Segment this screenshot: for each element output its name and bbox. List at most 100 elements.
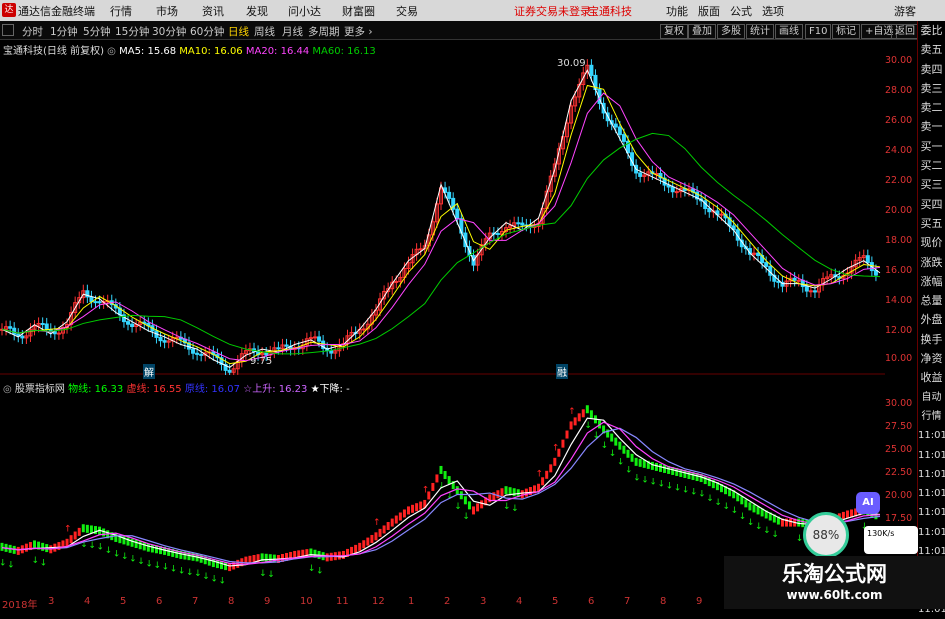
indicator-bar (654, 462, 658, 471)
quote-field[interactable]: 卖三 (918, 79, 945, 98)
indicator-bar (358, 542, 362, 551)
quote-field[interactable]: 买五 (918, 214, 945, 233)
menu-formula[interactable]: 公式 (730, 3, 752, 19)
menu-item-trade[interactable]: 交易 (396, 3, 418, 19)
indicator-bar (500, 488, 504, 497)
quote-field[interactable]: 外盘 (918, 310, 945, 329)
quote-field[interactable]: 11:01 (918, 503, 945, 522)
tick-label: 18.00 (885, 235, 913, 246)
tf-more[interactable]: 更多 › (344, 24, 373, 39)
quote-field[interactable]: 涨幅 (918, 272, 945, 291)
tf-intraday[interactable]: 分时 (22, 24, 43, 39)
tf-multi[interactable]: 多周期 (308, 24, 340, 39)
menu-item-ask[interactable]: 问小达 (288, 3, 321, 19)
tick-label: 20.00 (885, 490, 913, 501)
btn-adjust[interactable]: 复权 (660, 24, 688, 39)
quote-panel: 委比 卖五 卖四 卖三 卖二 卖一 买一 买二 买三 买四 买五 现价 涨跌 涨幅 总量 外盘 换手 净资 收益 自动… (917, 21, 945, 615)
menu-item-news[interactable]: 资讯 (202, 3, 224, 19)
candle-body (361, 328, 366, 331)
indicator-bar (77, 527, 81, 536)
quote-field[interactable]: 总量 (918, 291, 945, 310)
menu-layout[interactable]: 版面 (698, 3, 720, 19)
quote-field[interactable]: 卖四 (918, 60, 945, 79)
menu-item-wealth[interactable]: 财富圈 (342, 3, 375, 19)
down-arrow-icon: ↓ (731, 506, 739, 516)
down-arrow-icon: ↓ (714, 498, 722, 508)
quote-field[interactable]: 11:01 (918, 465, 945, 484)
menu-function[interactable]: 功能 (666, 3, 688, 19)
quote-field[interactable]: 涨跌 (918, 253, 945, 272)
down-arrow-icon: ↓ (682, 486, 690, 496)
quote-field[interactable]: 卖五 (918, 40, 945, 59)
quote-field[interactable]: 卖二 (918, 98, 945, 117)
menu-item-discover[interactable]: 发现 (246, 3, 268, 19)
price-chart[interactable] (0, 55, 885, 375)
quote-field[interactable]: 换手 (918, 330, 945, 349)
indicator-bar (459, 491, 463, 500)
candle-body (93, 301, 98, 304)
price-axis: 30.00 28.00 26.00 24.00 22.00 20.00 18.0… (885, 55, 917, 375)
quote-field[interactable]: 买二 (918, 156, 945, 175)
quote-field[interactable]: 自动 (918, 388, 945, 407)
candle-body (312, 336, 317, 339)
guest-label[interactable]: 游客 (894, 3, 916, 19)
down-arrow-icon: ↓ (32, 556, 40, 566)
btn-stats[interactable]: 统计 (746, 24, 774, 39)
quote-field[interactable]: 行情 (918, 407, 945, 426)
event-marker[interactable]: 融 (556, 364, 568, 379)
quote-field[interactable]: 收益 (918, 368, 945, 387)
quote-field[interactable]: 净资 (918, 349, 945, 368)
indicator-bar (146, 543, 150, 552)
quote-field[interactable]: 11:01 (918, 484, 945, 503)
toggle-icon[interactable] (2, 24, 14, 36)
stock-alert[interactable]: 宝通科技 (588, 3, 632, 19)
indicator-bar (73, 531, 77, 540)
progress-ball[interactable]: 88% (803, 512, 849, 558)
tf-30min[interactable]: 30分钟 (152, 24, 186, 39)
down-arrow-icon: ↓ (658, 480, 666, 490)
ind-magenta-line (1, 421, 881, 566)
ind-white-line (1, 417, 881, 567)
menu-item-markets[interactable]: 市场 (156, 3, 178, 19)
tf-60min[interactable]: 60分钟 (190, 24, 224, 39)
quote-field[interactable]: 11:01 (918, 446, 945, 465)
btn-mark[interactable]: 标记 (832, 24, 860, 39)
quote-field[interactable]: 现价 (918, 233, 945, 252)
indicator-bar (740, 496, 744, 505)
quote-field[interactable]: 11:01 (918, 523, 945, 542)
tf-1min[interactable]: 1分钟 (50, 24, 78, 39)
ai-button[interactable]: AI (856, 492, 880, 514)
login-alert[interactable]: 证券交易未登录 (514, 3, 591, 19)
btn-draw[interactable]: 画线 (775, 24, 803, 39)
quote-field[interactable]: 买四 (918, 195, 945, 214)
menu-item-market[interactable]: 行情 (110, 3, 132, 19)
down-arrow-icon: ↓ (113, 550, 121, 560)
quote-field[interactable]: 委比 (918, 21, 945, 40)
up-arrow-icon: ↑ (568, 407, 576, 417)
event-marker[interactable]: 解 (143, 364, 155, 379)
indicator-bar (427, 491, 431, 500)
tf-5min[interactable]: 5分钟 (83, 24, 111, 39)
indicator-bar (130, 538, 134, 547)
btn-multi-stock[interactable]: 多股 (717, 24, 745, 39)
indicator-bar (541, 477, 545, 486)
menu-options[interactable]: 选项 (762, 3, 784, 19)
tf-daily[interactable]: 日线 (228, 24, 249, 39)
quote-field[interactable]: 卖一 (918, 117, 945, 136)
candle-body (638, 172, 643, 177)
quote-field[interactable]: 买三 (918, 175, 945, 194)
down-arrow-icon: ↓ (625, 465, 633, 475)
candle-body (589, 64, 594, 76)
tf-monthly[interactable]: 月线 (282, 24, 303, 39)
quote-field[interactable]: 11:01 (918, 426, 945, 445)
btn-back[interactable]: 返回 (891, 24, 919, 39)
quote-field[interactable]: 买一 (918, 137, 945, 156)
down-arrow-icon: ↓ (210, 575, 218, 585)
candle-body (276, 347, 281, 350)
btn-overlay[interactable]: 叠加 (688, 24, 716, 39)
down-arrow-icon: ↓ (763, 526, 771, 536)
tf-weekly[interactable]: 周线 (254, 24, 275, 39)
btn-f10[interactable]: F10 (805, 24, 832, 39)
tf-15min[interactable]: 15分钟 (115, 24, 149, 39)
x-tick: 8 (660, 596, 667, 607)
